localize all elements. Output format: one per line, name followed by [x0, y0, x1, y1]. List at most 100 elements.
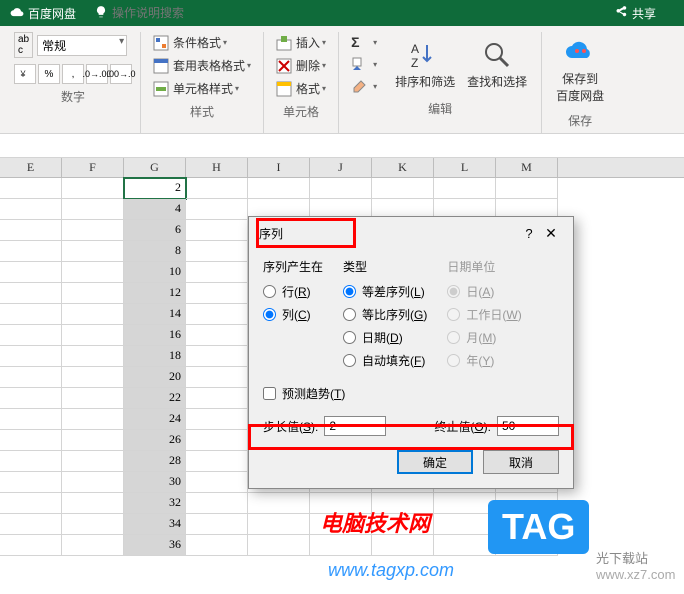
decrease-decimal-button[interactable]: .00→.0 — [110, 64, 132, 84]
cell[interactable]: 28 — [124, 451, 186, 472]
stop-value-input[interactable] — [497, 416, 559, 436]
cell[interactable] — [62, 220, 124, 241]
cell[interactable]: 12 — [124, 283, 186, 304]
radio-autofill-option[interactable]: 自动填充(F) — [343, 352, 427, 369]
col-header[interactable]: L — [434, 158, 496, 177]
cell[interactable] — [62, 199, 124, 220]
cell[interactable]: 22 — [124, 388, 186, 409]
table-format-button[interactable]: 套用表格格式▾ — [149, 55, 255, 76]
cell[interactable]: 26 — [124, 430, 186, 451]
formula-bar[interactable] — [0, 134, 684, 158]
radio-autofill[interactable] — [343, 354, 356, 367]
fill-button[interactable]: ▾ — [347, 54, 381, 74]
cell[interactable] — [0, 493, 62, 514]
trend-checkbox-row[interactable]: 预测趋势(T) — [263, 385, 559, 402]
ok-button[interactable]: 确定 — [397, 450, 473, 474]
find-select-button[interactable]: 查找和选择 — [461, 35, 533, 94]
cell[interactable]: 2 — [124, 178, 186, 199]
cell[interactable] — [186, 388, 248, 409]
cell[interactable] — [372, 178, 434, 199]
cell[interactable] — [186, 451, 248, 472]
cell[interactable]: 14 — [124, 304, 186, 325]
format-button[interactable]: 格式▾ — [272, 78, 330, 99]
cell[interactable] — [0, 262, 62, 283]
cell[interactable] — [0, 367, 62, 388]
cell[interactable]: 30 — [124, 472, 186, 493]
cell[interactable] — [62, 325, 124, 346]
cell[interactable] — [186, 283, 248, 304]
radio-geom[interactable] — [343, 308, 356, 321]
cell[interactable] — [0, 346, 62, 367]
cell[interactable] — [0, 220, 62, 241]
cell[interactable] — [434, 514, 496, 535]
cell[interactable] — [0, 430, 62, 451]
radio-row[interactable] — [263, 285, 276, 298]
phonetic-icon[interactable]: abc — [14, 32, 33, 58]
cell[interactable] — [62, 241, 124, 262]
cell[interactable] — [248, 178, 310, 199]
radio-col[interactable] — [263, 308, 276, 321]
autosum-button[interactable]: Σ▾ — [347, 32, 381, 52]
cell[interactable] — [0, 325, 62, 346]
sort-filter-button[interactable]: AZ 排序和筛选 — [389, 35, 461, 94]
radio-geom-option[interactable]: 等比序列(G) — [343, 306, 427, 323]
cell[interactable] — [186, 178, 248, 199]
cell[interactable]: 10 — [124, 262, 186, 283]
cell[interactable] — [0, 304, 62, 325]
cell[interactable]: 18 — [124, 346, 186, 367]
cell[interactable]: 20 — [124, 367, 186, 388]
tell-me-search[interactable] — [94, 5, 202, 22]
cell[interactable] — [310, 535, 372, 556]
clear-button[interactable]: ▾ — [347, 76, 381, 96]
insert-button[interactable]: 插入▾ — [272, 32, 330, 53]
cell[interactable] — [62, 262, 124, 283]
cell[interactable] — [62, 472, 124, 493]
cell[interactable] — [0, 451, 62, 472]
cell[interactable]: 6 — [124, 220, 186, 241]
increase-decimal-button[interactable]: .0→.00 — [86, 64, 108, 84]
conditional-format-button[interactable]: 条件格式▾ — [149, 32, 255, 53]
cell[interactable]: 16 — [124, 325, 186, 346]
dialog-close-button[interactable]: ✕ — [539, 225, 563, 242]
cell[interactable] — [0, 283, 62, 304]
cell[interactable] — [0, 178, 62, 199]
netdisk-menu[interactable]: 百度网盘 — [10, 5, 76, 22]
cell[interactable]: 24 — [124, 409, 186, 430]
cell[interactable] — [186, 199, 248, 220]
cell[interactable] — [0, 241, 62, 262]
cell[interactable] — [248, 535, 310, 556]
cell[interactable] — [186, 535, 248, 556]
cell[interactable] — [0, 514, 62, 535]
cell[interactable] — [62, 367, 124, 388]
cell[interactable]: 32 — [124, 493, 186, 514]
radio-col-option[interactable]: 列(C) — [263, 306, 323, 323]
cell[interactable] — [248, 514, 310, 535]
cell[interactable] — [62, 409, 124, 430]
cell[interactable]: 8 — [124, 241, 186, 262]
col-header[interactable]: F — [62, 158, 124, 177]
cell[interactable] — [62, 304, 124, 325]
cell[interactable]: 34 — [124, 514, 186, 535]
cell[interactable] — [186, 304, 248, 325]
cell[interactable] — [62, 346, 124, 367]
cell[interactable] — [0, 409, 62, 430]
cell[interactable] — [186, 409, 248, 430]
cell[interactable] — [62, 535, 124, 556]
col-header[interactable]: J — [310, 158, 372, 177]
radio-arith[interactable] — [343, 285, 356, 298]
col-header[interactable]: E — [0, 158, 62, 177]
percent-format-button[interactable]: % — [38, 64, 60, 84]
cell[interactable] — [186, 472, 248, 493]
cell[interactable] — [186, 514, 248, 535]
cell[interactable] — [372, 535, 434, 556]
col-header[interactable]: H — [186, 158, 248, 177]
cell[interactable] — [186, 493, 248, 514]
cell[interactable] — [0, 472, 62, 493]
cell[interactable] — [434, 178, 496, 199]
accounting-format-button[interactable]: ¥ — [14, 64, 36, 84]
col-header[interactable]: K — [372, 158, 434, 177]
cell[interactable] — [310, 178, 372, 199]
cell[interactable] — [0, 535, 62, 556]
cell[interactable] — [0, 388, 62, 409]
cell-style-button[interactable]: 单元格样式▾ — [149, 78, 255, 99]
